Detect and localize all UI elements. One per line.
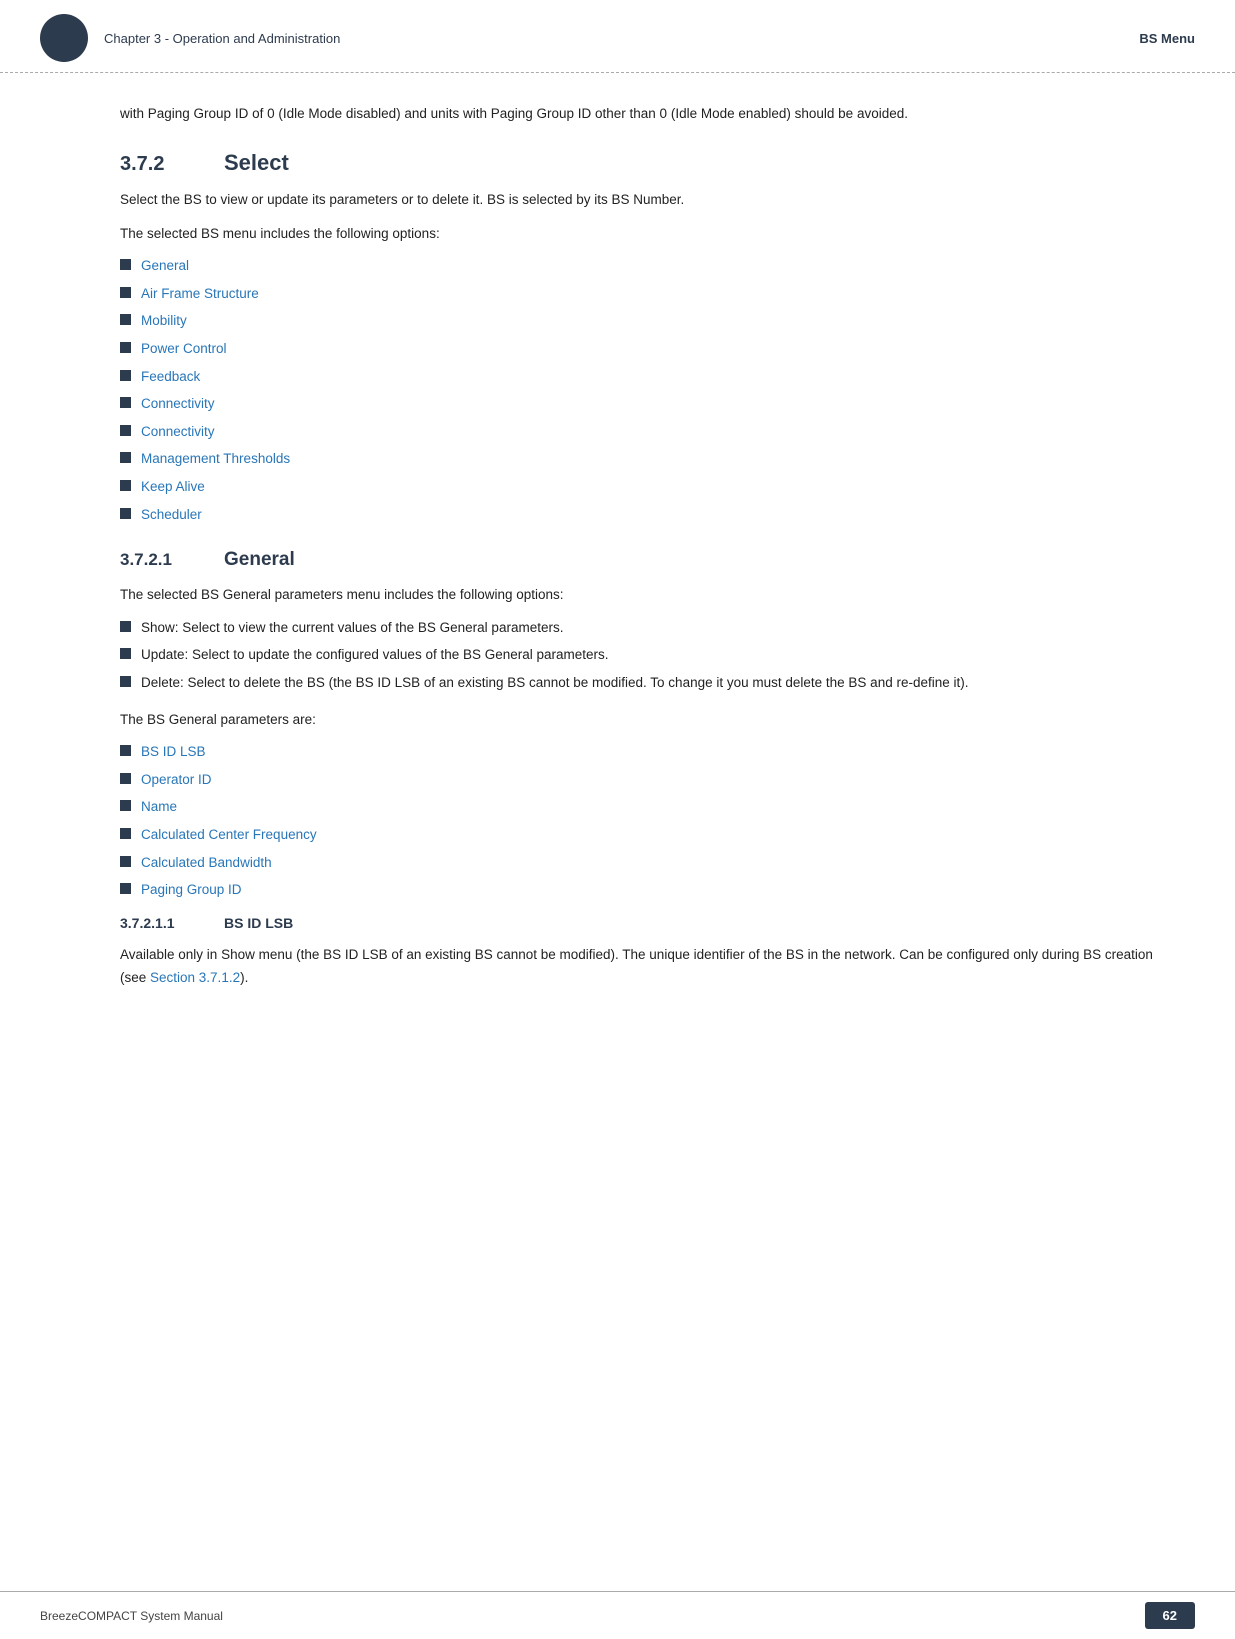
management-thresholds-link[interactable]: Management Thresholds	[141, 448, 290, 470]
list-item: Calculated Bandwidth	[120, 852, 1175, 874]
bullet-icon	[120, 676, 131, 687]
bullet-icon	[120, 621, 131, 632]
bullet-icon	[120, 342, 131, 353]
section-37211-title: BS ID LSB	[224, 915, 293, 931]
chapter-icon	[40, 14, 88, 62]
chapter-label: Chapter 3 - Operation and Administration	[104, 31, 340, 46]
bullet-icon	[120, 800, 131, 811]
list-item: Delete: Select to delete the BS (the BS …	[120, 672, 1175, 694]
list-item: Connectivity	[120, 393, 1175, 415]
section-3721-params-list: BS ID LSB Operator ID Name Calculated Ce…	[120, 741, 1175, 901]
bullet-icon	[120, 883, 131, 894]
bullet-icon	[120, 287, 131, 298]
calculated-bandwidth-link[interactable]: Calculated Bandwidth	[141, 852, 272, 874]
connectivity-link-2[interactable]: Connectivity	[141, 421, 215, 443]
page-header: Chapter 3 - Operation and Administration…	[0, 0, 1235, 73]
main-content: with Paging Group ID of 0 (Idle Mode dis…	[0, 73, 1235, 1060]
bullet-icon	[120, 397, 131, 408]
show-option: Show: Select to view the current values …	[141, 617, 563, 639]
name-link[interactable]: Name	[141, 796, 177, 818]
header-left: Chapter 3 - Operation and Administration	[40, 14, 340, 62]
bullet-icon	[120, 452, 131, 463]
keep-alive-link[interactable]: Keep Alive	[141, 476, 205, 498]
bullet-icon	[120, 259, 131, 270]
list-item: Air Frame Structure	[120, 283, 1175, 305]
section-37211-body-end: ).	[240, 970, 248, 985]
list-item: BS ID LSB	[120, 741, 1175, 763]
section-37211-body: Available only in Show menu (the BS ID L…	[120, 943, 1175, 990]
intro-paragraph: with Paging Group ID of 0 (Idle Mode dis…	[120, 103, 1175, 126]
list-item: Management Thresholds	[120, 448, 1175, 470]
section-37211-heading: 3.7.2.1.1 BS ID LSB	[120, 915, 1175, 931]
list-item: Mobility	[120, 310, 1175, 332]
bullet-icon	[120, 370, 131, 381]
section-3721-title: General	[224, 549, 295, 571]
list-item: Paging Group ID	[120, 879, 1175, 901]
bullet-icon	[120, 828, 131, 839]
bullet-icon	[120, 856, 131, 867]
list-item: Update: Select to update the configured …	[120, 644, 1175, 666]
section-3721-body2: The BS General parameters are:	[120, 708, 1175, 732]
section-3721-heading: 3.7.2.1 General	[120, 549, 1175, 571]
bullet-icon	[120, 314, 131, 325]
list-item: Show: Select to view the current values …	[120, 617, 1175, 639]
scheduler-link[interactable]: Scheduler	[141, 504, 202, 526]
calculated-center-frequency-link[interactable]: Calculated Center Frequency	[141, 824, 317, 846]
list-item: Feedback	[120, 366, 1175, 388]
bullet-icon	[120, 480, 131, 491]
bullet-icon	[120, 773, 131, 784]
list-item: Power Control	[120, 338, 1175, 360]
section-372-heading: 3.7.2 Select	[120, 150, 1175, 176]
connectivity-link-1[interactable]: Connectivity	[141, 393, 215, 415]
feedback-link[interactable]: Feedback	[141, 366, 200, 388]
list-item: General	[120, 255, 1175, 277]
operator-id-link[interactable]: Operator ID	[141, 769, 212, 791]
mobility-link[interactable]: Mobility	[141, 310, 187, 332]
air-frame-structure-link[interactable]: Air Frame Structure	[141, 283, 259, 305]
list-item: Operator ID	[120, 769, 1175, 791]
page-footer: BreezeCOMPACT System Manual 62	[0, 1591, 1235, 1639]
section-3721-body1: The selected BS General parameters menu …	[120, 583, 1175, 607]
section-3721-number: 3.7.2.1	[120, 550, 200, 570]
power-control-link[interactable]: Power Control	[141, 338, 227, 360]
section-37211-body-text: Available only in Show menu (the BS ID L…	[120, 947, 1153, 986]
list-item: Name	[120, 796, 1175, 818]
footer-page-number: 62	[1145, 1602, 1195, 1629]
section-label: BS Menu	[1139, 31, 1195, 46]
footer-product-name: BreezeCOMPACT System Manual	[40, 1609, 223, 1623]
bullet-icon	[120, 425, 131, 436]
delete-option: Delete: Select to delete the BS (the BS …	[141, 672, 969, 694]
list-item: Connectivity	[120, 421, 1175, 443]
list-item: Keep Alive	[120, 476, 1175, 498]
general-link[interactable]: General	[141, 255, 189, 277]
section-37211-number: 3.7.2.1.1	[120, 915, 200, 931]
bullet-icon	[120, 745, 131, 756]
section-372-list: General Air Frame Structure Mobility Pow…	[120, 255, 1175, 525]
bs-id-lsb-link[interactable]: BS ID LSB	[141, 741, 206, 763]
section-372-body1: Select the BS to view or update its para…	[120, 188, 1175, 212]
section-372-title: Select	[224, 150, 289, 176]
bullet-icon	[120, 648, 131, 659]
list-item: Scheduler	[120, 504, 1175, 526]
update-option: Update: Select to update the configured …	[141, 644, 609, 666]
section-372-body2: The selected BS menu includes the follow…	[120, 222, 1175, 246]
section-3712-link[interactable]: Section 3.7.1.2	[150, 970, 240, 985]
list-item: Calculated Center Frequency	[120, 824, 1175, 846]
bullet-icon	[120, 508, 131, 519]
paging-group-id-link[interactable]: Paging Group ID	[141, 879, 242, 901]
section-3721-options-list: Show: Select to view the current values …	[120, 617, 1175, 694]
section-372-number: 3.7.2	[120, 153, 200, 176]
